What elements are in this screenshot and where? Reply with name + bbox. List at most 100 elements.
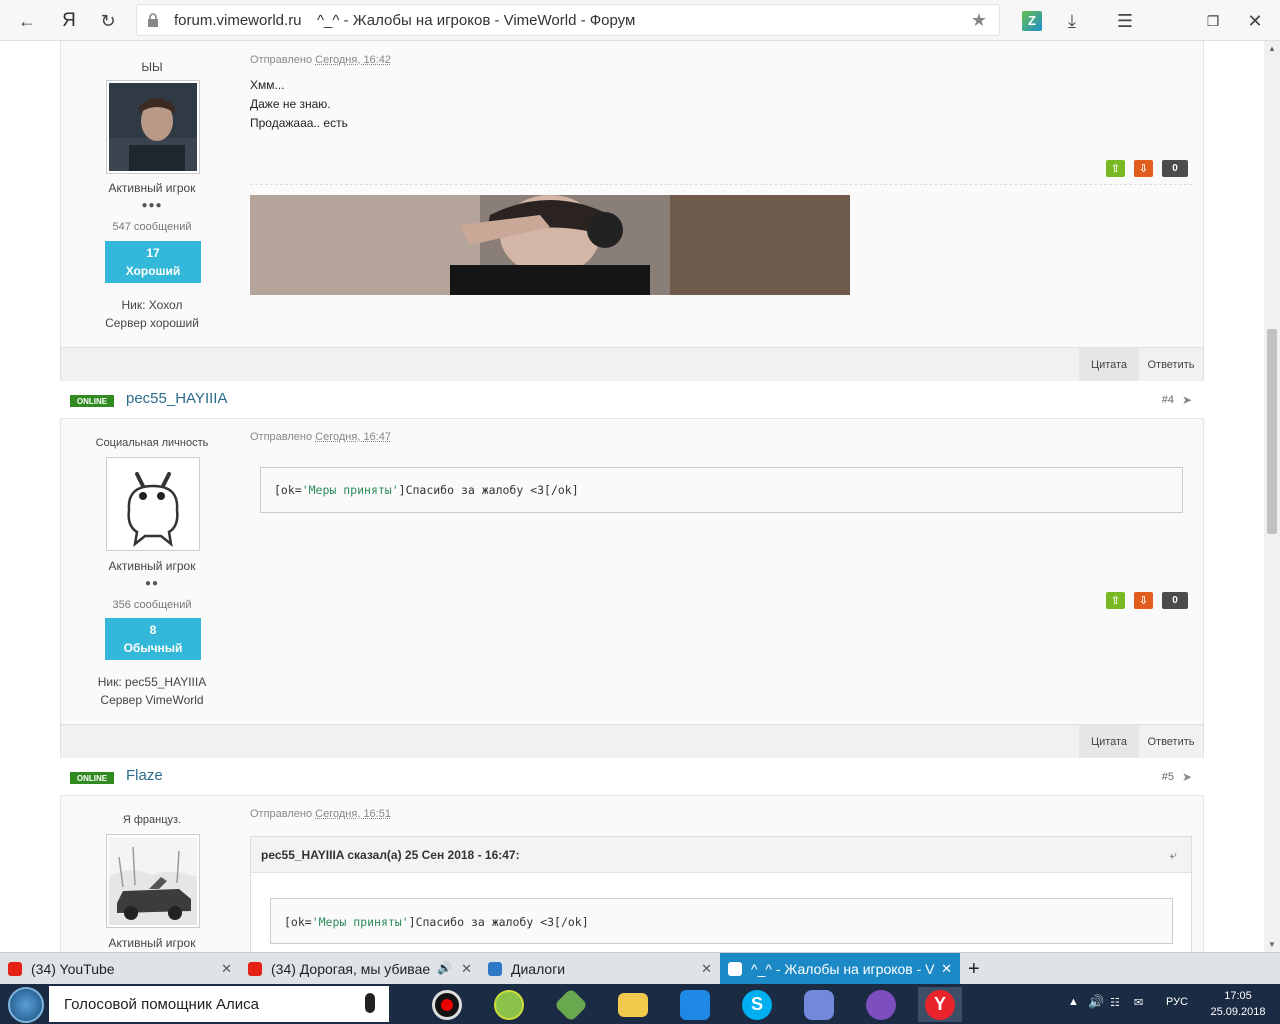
close-tab-icon[interactable]: ✕ bbox=[941, 961, 952, 977]
code-suffix: ]Спасибо за жалобу <3[/ok] bbox=[398, 483, 579, 497]
tab-label: (34) Дорогая, мы убиваем bbox=[271, 961, 431, 977]
close-window-icon[interactable]: ✕ bbox=[1242, 8, 1268, 34]
post-3-header: ONLINE Flaze #5 ➤ bbox=[60, 758, 1204, 796]
vimeworld-launcher-icon[interactable] bbox=[673, 987, 717, 1022]
posted-prefix: Отправлено bbox=[250, 54, 313, 66]
post-number[interactable]: #5 bbox=[1162, 771, 1174, 783]
lime-app-icon[interactable] bbox=[487, 987, 531, 1022]
alice-label: Голосовой помощник Алиса bbox=[64, 995, 259, 1013]
share-icon[interactable]: ➤ bbox=[1182, 770, 1192, 784]
reply-button[interactable]: Ответить bbox=[1139, 348, 1203, 381]
post-author[interactable]: рес55_HAYIIIA bbox=[126, 390, 227, 407]
post-1: ЫЫ Активный игрок ●●● 547 сообщений 17 Х… bbox=[60, 41, 1204, 347]
new-tab-icon[interactable]: + bbox=[962, 953, 992, 985]
tray-expand-icon[interactable]: ▲ bbox=[1068, 996, 1079, 1008]
user-rank: Активный игрок bbox=[108, 559, 196, 573]
post-author[interactable]: Flaze bbox=[126, 767, 163, 784]
back-arrow-icon[interactable]: ← bbox=[14, 8, 40, 34]
yandex-browser-icon[interactable]: Y bbox=[918, 987, 962, 1022]
language-indicator[interactable]: РУС bbox=[1166, 996, 1188, 1008]
vote-up-icon[interactable]: ⇧ bbox=[1106, 592, 1125, 609]
lock-icon bbox=[148, 13, 158, 27]
reputation-count: 8 bbox=[149, 623, 157, 637]
vote-down-icon[interactable]: ⇩ bbox=[1134, 592, 1153, 609]
vimeworld-icon bbox=[728, 962, 742, 976]
vote-count: 0 bbox=[1162, 592, 1188, 609]
scroll-down-icon[interactable]: ▼ bbox=[1268, 940, 1276, 949]
browser-toolbar: ← Я ↻ forum.vimeworld.ru ^_^ - Жалобы на… bbox=[0, 0, 1280, 41]
chat-icon bbox=[488, 962, 502, 976]
rank-pips: ●●● bbox=[141, 200, 163, 211]
close-tab-icon[interactable]: ✕ bbox=[701, 961, 712, 977]
page-content: ЫЫ Активный игрок ●●● 547 сообщений 17 Х… bbox=[0, 41, 1264, 952]
tab-youtube[interactable]: (34) YouTube ✕ bbox=[0, 953, 240, 985]
quote-header: рес55_HAYIIIA сказал(а) 25 Сен 2018 - 16… bbox=[251, 837, 1191, 873]
quote-button[interactable]: Цитата bbox=[1079, 725, 1139, 758]
viber-icon[interactable] bbox=[859, 987, 903, 1022]
post-2-header: ONLINE рес55_HAYIIIA #4 ➤ bbox=[60, 381, 1204, 419]
restore-window-icon[interactable]: ❐ bbox=[1200, 8, 1226, 34]
discord-icon[interactable] bbox=[797, 987, 841, 1022]
rank-pips: ●● bbox=[144, 578, 160, 589]
tab-dialogs[interactable]: Диалоги ✕ bbox=[480, 953, 720, 985]
clock-time: 17:05 bbox=[1224, 990, 1252, 1002]
share-icon[interactable]: ➤ bbox=[1182, 393, 1192, 407]
posted-time[interactable]: Сегодня, 16:51 bbox=[315, 808, 391, 820]
reply-button[interactable]: Ответить bbox=[1139, 725, 1203, 758]
code-prefix: [ok= bbox=[274, 483, 302, 497]
address-page-title: ^_^ - Жалобы на игроков - VimeWorld - Фо… bbox=[317, 12, 636, 29]
menu-icon[interactable]: ☰ bbox=[1112, 8, 1138, 34]
microphone-icon[interactable] bbox=[365, 993, 375, 1013]
youtube-icon bbox=[248, 962, 262, 976]
network-icon[interactable]: ☷ bbox=[1110, 996, 1120, 1009]
avatar[interactable] bbox=[106, 80, 200, 174]
game-app-icon[interactable] bbox=[549, 987, 593, 1022]
extension-icon[interactable]: Z bbox=[1019, 8, 1045, 34]
close-tab-icon[interactable]: ✕ bbox=[461, 961, 472, 977]
tab-youtube-video[interactable]: (34) Дорогая, мы убиваем 🔊 ✕ bbox=[240, 953, 480, 985]
avatar[interactable] bbox=[106, 457, 200, 551]
online-badge: ONLINE bbox=[70, 395, 114, 407]
address-bar[interactable]: forum.vimeworld.ru ^_^ - Жалобы на игрок… bbox=[136, 4, 1000, 36]
downloads-icon[interactable]: ⤓ bbox=[1059, 8, 1085, 34]
vote-up-icon[interactable]: ⇧ bbox=[1106, 160, 1125, 177]
quote-author: рес55_HAYIIIA сказал(а) 25 Сен 2018 - 16… bbox=[261, 848, 520, 862]
skype-icon[interactable]: S bbox=[735, 987, 779, 1022]
tab-label: Диалоги bbox=[511, 961, 566, 977]
yandex-logo-icon[interactable]: Я bbox=[56, 8, 82, 34]
clock[interactable]: 17:05 25.09.2018 bbox=[1200, 988, 1276, 1020]
tab-forum[interactable]: ^_^ - Жалобы на игроков - V ✕ bbox=[720, 953, 960, 985]
code-block: [ok='Меры приняты']Спасибо за жалобу <3[… bbox=[270, 898, 1173, 944]
posted-time[interactable]: Сегодня, 16:42 bbox=[315, 54, 391, 66]
code-string: 'Меры приняты' bbox=[301, 483, 399, 497]
scroll-thumb[interactable] bbox=[1267, 329, 1277, 534]
start-button[interactable] bbox=[8, 987, 44, 1023]
page-scrollbar[interactable]: ▲ ▼ bbox=[1264, 41, 1280, 952]
avatar[interactable] bbox=[106, 834, 200, 928]
close-tab-icon[interactable]: ✕ bbox=[221, 961, 232, 977]
refresh-icon[interactable]: ↻ bbox=[95, 8, 121, 34]
tab-label: ^_^ - Жалобы на игроков - V bbox=[751, 961, 935, 977]
post-2-actions: Цитата Ответить bbox=[60, 724, 1204, 759]
code-block: [ok='Меры приняты']Спасибо за жалобу <3[… bbox=[260, 467, 1183, 513]
post-date: Отправлено Сегодня, 16:51 bbox=[250, 808, 391, 820]
vote-count: 0 bbox=[1162, 160, 1188, 177]
speaker-icon[interactable]: 🔊 bbox=[437, 961, 452, 975]
vote-controls: ⇧ ⇩ 0 bbox=[1106, 160, 1188, 177]
post-line: Продажааа.. есть bbox=[250, 116, 348, 130]
vote-down-icon[interactable]: ⇩ bbox=[1134, 160, 1153, 177]
bookmark-star-icon[interactable]: ★ bbox=[971, 10, 987, 31]
alice-search-box[interactable]: Голосовой помощник Алиса bbox=[49, 986, 389, 1022]
reputation-label: Обычный bbox=[123, 641, 183, 655]
record-app-icon[interactable] bbox=[425, 987, 469, 1022]
post-number[interactable]: #4 bbox=[1162, 394, 1174, 406]
quote-jump-icon[interactable]: ⤶ bbox=[1170, 847, 1177, 863]
quote-button[interactable]: Цитата bbox=[1079, 348, 1139, 381]
notification-icon[interactable]: ✉ bbox=[1134, 996, 1143, 1009]
post-1-actions: Цитата Ответить bbox=[60, 347, 1204, 382]
scroll-up-icon[interactable]: ▲ bbox=[1268, 44, 1276, 53]
posted-time[interactable]: Сегодня, 16:47 bbox=[315, 431, 391, 443]
file-explorer-icon[interactable] bbox=[611, 987, 655, 1022]
reputation-badge: 17 Хороший bbox=[105, 241, 201, 283]
volume-icon[interactable]: 🔊 bbox=[1088, 994, 1104, 1010]
